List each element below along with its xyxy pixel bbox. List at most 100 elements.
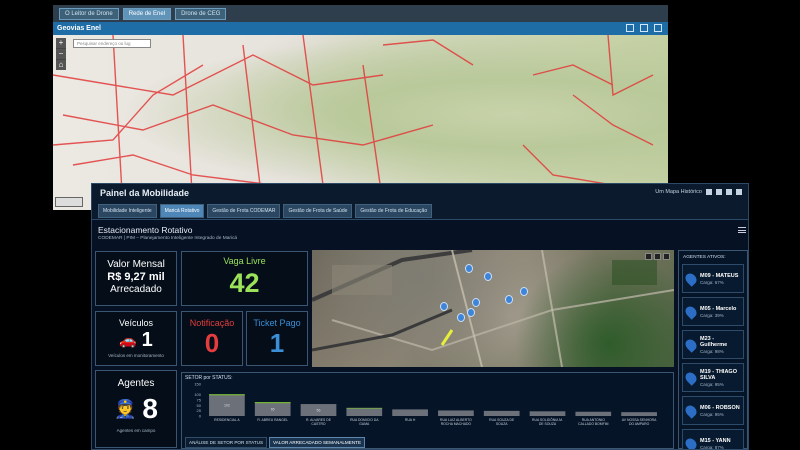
location-pin-icon [683,402,699,419]
nav-tabs: Mobilidade Inteligente Maricá Rotativo G… [98,204,433,218]
ticket-label: Ticket Pago [253,318,301,328]
satellite-roads-overlay [312,250,674,367]
nav-mobilidade[interactable]: Mobilidade Inteligente [98,204,157,218]
bar-highlight[interactable] [254,402,291,404]
nav-frota-educacao[interactable]: Gestão de Frota de Educação [355,204,433,218]
tab-analise-setor[interactable]: ANÁLISE DE SETOR POR STATUS [185,437,268,448]
car-icon: 🚗 [119,332,137,348]
layers-icon[interactable] [626,24,634,32]
agent-item[interactable]: M05 - Marcelo Carga: 39% [682,297,744,326]
valor-mensal-card: Valor Mensal R$ 9,27 mil Arrecadado [95,251,177,306]
map-pin[interactable] [457,313,465,322]
nav-frota-saude[interactable]: Gestão de Frota de Saúde [283,204,353,218]
ticket-value: 1 [269,328,285,358]
bar-value-label: 65 [271,408,275,412]
x-tick-label: DO AMPARO [629,422,650,426]
notificacao-label: Notificação [189,318,235,328]
valor-mensal-value: R$ 9,27 mil [107,271,165,283]
map-pin[interactable] [440,302,448,311]
map-titlebar: Geovias Enel [53,22,668,35]
agent-item[interactable]: M19 - THIAGO SILVA Carga: 95% [682,363,744,392]
map-search-input[interactable]: Pesquisar endereço ou lug [73,39,151,48]
notificacao-card: Notificação 0 [181,311,243,366]
veiculos-card: Veículos 🚗 1 Veículos em monitoramento [95,311,177,366]
map-pin[interactable] [484,272,492,281]
agent-cargo: Carga: 39% [700,312,724,318]
sector-bar-chart: 0255075100 150 102 RESIDENCIAL A 65 R. ABREU … [194,382,657,427]
x-tick-label: GAMA [359,422,370,426]
zoom-in-button[interactable]: + [56,38,66,48]
bar-highlight[interactable] [209,394,245,396]
bar-highlight[interactable] [346,407,383,409]
y-tick-label: 0 [199,414,202,419]
agent-item[interactable]: M15 - YANN Carga: 87% [682,429,744,449]
agent-name: M05 - Marcelo [700,305,737,312]
agent-item[interactable]: M06 - ROBSON Carga: 95% [682,396,744,425]
section-title: Estacionamento Rotativo [98,225,193,235]
tab-valor-arrecadado[interactable]: VALOR ARRECADADO SEMANALMENTE [269,437,366,448]
section-subtitle: CODEMAR | PIM – Planejamento Inteligente… [98,236,238,241]
search-icon[interactable] [645,253,652,260]
expand-icon[interactable] [663,253,670,260]
valor-mensal-sub: Arrecadado [110,284,162,295]
tab-enel-network[interactable]: Rede de Enel [122,7,172,20]
agent-name: M06 - ROBSON [700,404,740,411]
menu-icon[interactable] [738,227,746,233]
bar[interactable] [575,411,612,416]
location-pin-icon [683,369,699,386]
bar[interactable] [438,410,474,416]
map-pin[interactable] [467,308,475,317]
layers-icon[interactable] [654,253,661,260]
map-pin[interactable] [465,264,473,273]
agent-item[interactable]: M23 - Guilherme Carga: 98% [682,330,744,359]
police-officer-icon: 👮 [114,398,137,419]
link-icon[interactable] [726,189,732,195]
bar[interactable] [392,409,428,416]
agent-cargo: Carga: 95% [700,381,724,387]
bar[interactable] [529,411,566,416]
dashboard-window: Painel da Mobilidade Um Mapa Histórico M… [91,183,749,450]
scale-bar [55,197,83,207]
x-tick-label: RESIDENCIAL A [214,418,240,422]
map-pin[interactable] [472,298,480,307]
map-pin[interactable] [520,287,528,296]
y-tick-label: 75 [197,398,202,403]
sector-status-chart-panel: SETOR por STATUS: 0 25 50 75 100 150 102 RESIDE… [181,372,674,449]
agent-cargo: Carga: 95% [700,411,724,417]
bar[interactable] [483,410,520,416]
agent-name: M23 - Guilherme [700,335,728,348]
tab-ceg-drone[interactable]: Drone de CEG [175,7,227,20]
home-button[interactable]: ⌂ [56,60,66,70]
legend-icon[interactable] [640,24,648,32]
map-history-link[interactable]: Um Mapa Histórico [655,189,702,195]
twitter-icon[interactable] [716,189,722,195]
header-actions: Um Mapa Histórico [655,189,742,195]
nav-marica-rotativo[interactable]: Maricá Rotativo [159,204,205,218]
agent-item[interactable]: M09 - MATEUS Carga: 67% [682,264,744,293]
window-tabs: O Leitor de Drone Rede de Enel Drone de … [53,5,668,22]
bar-value-label: 56 [317,409,321,413]
parking-satellite-map[interactable] [312,250,674,367]
nav-frota-codemar[interactable]: Gestão de Frota CODEMAR [207,204,281,218]
facebook-icon[interactable] [706,189,712,195]
notificacao-value: 0 [204,328,220,358]
share-icon[interactable] [736,189,742,195]
basemap-icon[interactable] [654,24,662,32]
map-pin[interactable] [505,295,513,304]
x-tick-label: ROCHA MACHADO [441,422,472,426]
agent-cargo: Carga: 98% [700,348,724,354]
agentes-value: 8 [142,393,158,424]
y-tick-label: 100 [194,392,201,397]
x-tick-label: CALLADO BOMFIM [578,422,609,426]
chart-tabs: ANÁLISE DE SETOR POR STATUS VALOR ARRECA… [185,437,366,448]
zoom-controls: + − ⌂ [56,38,66,70]
bar[interactable] [621,412,657,416]
vaga-livre-value: 42 [229,268,260,298]
tab-drone-reader[interactable]: O Leitor de Drone [59,7,119,20]
bar[interactable] [346,407,383,416]
valor-mensal-label: Valor Mensal [107,259,165,270]
vaga-livre-card: Vaga Livre 42 [181,251,308,306]
zoom-out-button[interactable]: − [56,49,66,59]
x-tick-label: SOUZA [496,422,508,426]
agents-panel: AGENTES ATIVOS: M09 - MATEUS Carga: 67% M… [678,250,748,449]
